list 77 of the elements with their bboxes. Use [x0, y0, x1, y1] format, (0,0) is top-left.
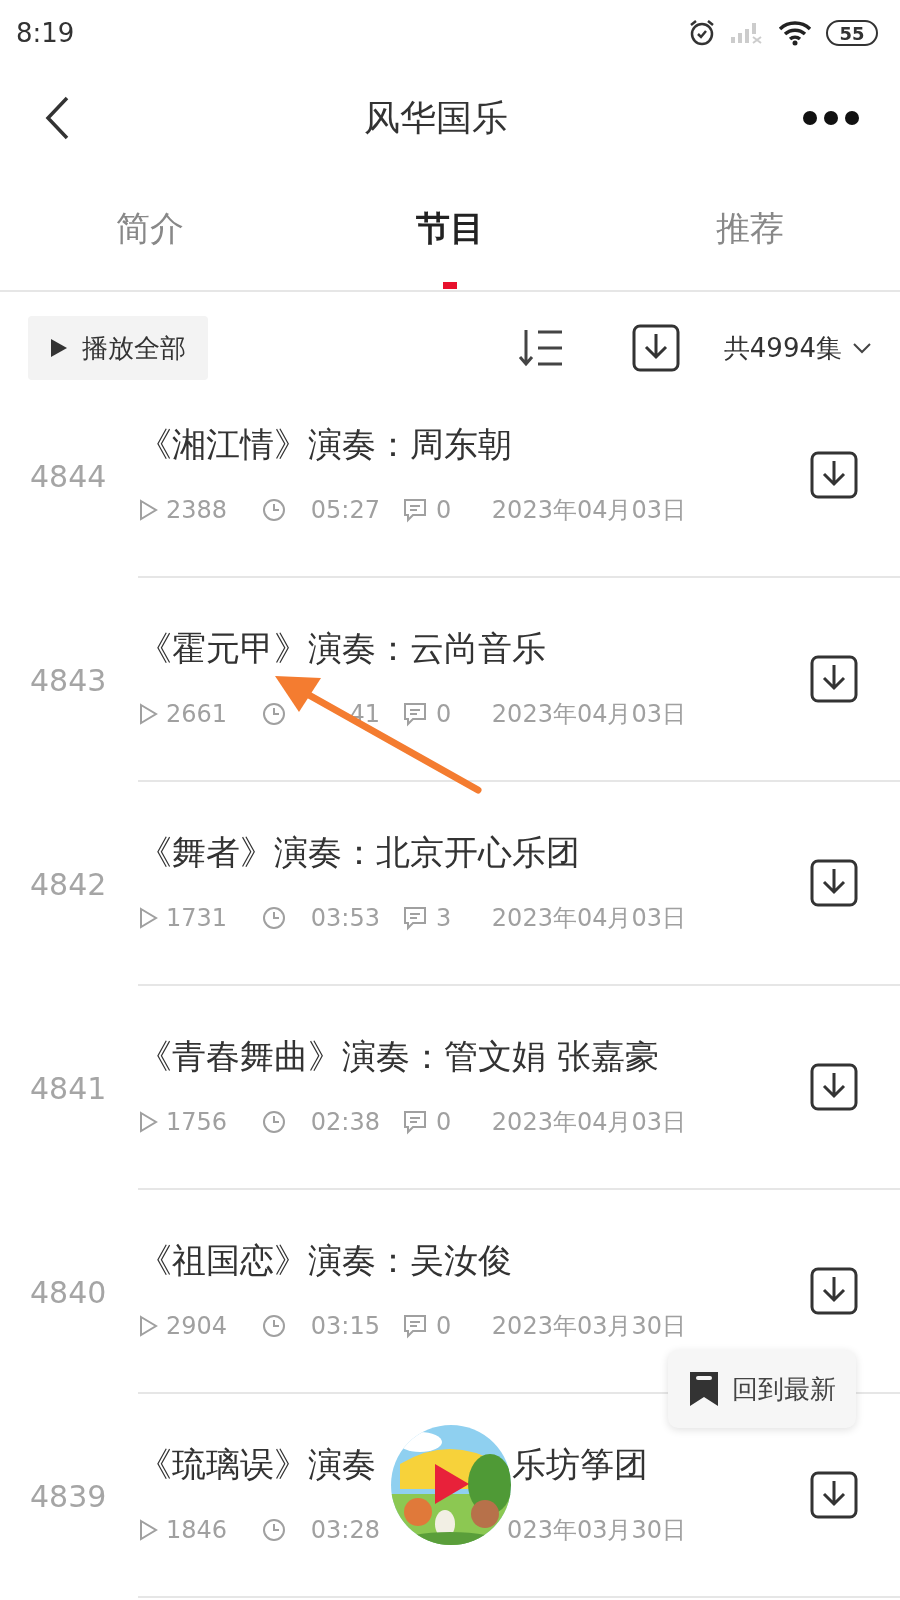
episode-count[interactable]: 共4994集	[723, 316, 872, 380]
duration: 03:53	[309, 903, 380, 934]
episode-number: 4841	[30, 1070, 107, 1106]
play-icon	[138, 703, 158, 725]
comment-count: 0	[436, 1311, 452, 1342]
tab[interactable]: 简介	[0, 156, 300, 290]
wifi-icon	[778, 20, 812, 46]
comment-icon	[402, 497, 428, 523]
batch-download-icon[interactable]	[631, 324, 680, 372]
publish-date: 2023年04月03日	[490, 903, 686, 934]
signal-icon	[730, 21, 764, 45]
tab[interactable]: 推荐	[600, 156, 900, 290]
publish-date: 023年03月30日	[506, 1515, 686, 1546]
download-icon[interactable]	[810, 1471, 858, 1519]
play-icon	[50, 338, 68, 358]
clock-icon	[262, 1518, 286, 1542]
publish-date: 2023年03月30日	[490, 1311, 686, 1342]
download-icon[interactable]	[810, 451, 858, 499]
episode-title[interactable]: 《青春舞曲》演奏：管文娟 张嘉豪	[138, 1036, 659, 1076]
episode-title[interactable]: 《祖国恋》演奏：吴汝俊	[138, 1240, 512, 1280]
play-count: 1756	[166, 1107, 228, 1138]
comment-count: 0	[436, 1107, 452, 1138]
comment-icon	[402, 1313, 428, 1339]
alarm-icon	[688, 19, 716, 47]
comment-icon	[402, 1109, 428, 1135]
episode-number: 4844	[30, 458, 107, 494]
comment-count: 0	[436, 495, 452, 526]
download-icon[interactable]	[810, 859, 858, 907]
battery-level: 55	[826, 20, 878, 46]
publish-date: 2023年04月03日	[490, 1107, 686, 1138]
episode-title[interactable]: 《霍元甲》演奏：云尚音乐	[138, 628, 546, 668]
comment-icon	[402, 701, 428, 727]
clock-icon	[262, 498, 286, 522]
episode-title[interactable]: 《湘江情》演奏：周东朝	[138, 424, 512, 464]
clock-icon	[262, 1314, 286, 1338]
comment-count: 3	[436, 903, 452, 934]
publish-date: 2023年04月03日	[490, 495, 686, 526]
clock-icon	[262, 702, 286, 726]
publish-date: 2023年04月03日	[490, 699, 686, 730]
back-to-latest-button[interactable]: 回到最新	[668, 1350, 856, 1428]
bookmark-icon	[688, 1370, 720, 1408]
page-title: 风华国乐	[364, 95, 508, 140]
play-count: 2661	[166, 699, 228, 730]
play-count: 2904	[166, 1311, 228, 1342]
episode-title[interactable]: 《舞者》演奏：北京开心乐团	[138, 832, 580, 872]
duration: 05:27	[309, 495, 380, 526]
duration: 03:28	[309, 1515, 380, 1546]
download-icon[interactable]	[810, 655, 858, 703]
play-all-button[interactable]: 播放全部	[28, 316, 208, 380]
episode-number: 4839	[30, 1478, 107, 1514]
episode-number: 4843	[30, 662, 107, 698]
comment-icon	[402, 905, 428, 931]
play-icon	[138, 1315, 158, 1337]
duration: 02:38	[309, 1107, 380, 1138]
more-icon[interactable]	[802, 110, 860, 126]
comment-count: 0	[436, 699, 452, 730]
play-icon	[138, 1111, 158, 1133]
status-time: 8:19	[16, 18, 75, 48]
episode-title[interactable]: 《琉璃误》演奏	[138, 1444, 376, 1484]
sort-icon[interactable]	[517, 328, 564, 368]
episode-number: 4840	[30, 1274, 107, 1310]
play-count: 1846	[166, 1515, 228, 1546]
play-icon	[138, 499, 158, 521]
play-count: 1731	[166, 903, 228, 934]
play-count: 2388	[166, 495, 228, 526]
play-icon	[138, 1519, 158, 1541]
back-icon[interactable]	[44, 96, 70, 140]
episode-title[interactable]: 乐坊筝团	[512, 1442, 648, 1486]
clock-icon	[262, 906, 286, 930]
clock-icon	[262, 1110, 286, 1134]
duration: 03:15	[309, 1311, 380, 1342]
episode-number: 4842	[30, 866, 107, 902]
download-icon[interactable]	[810, 1063, 858, 1111]
play-icon	[138, 907, 158, 929]
tab[interactable]: 节目	[300, 156, 600, 290]
chevron-down-icon	[852, 342, 872, 354]
download-icon[interactable]	[810, 1267, 858, 1315]
